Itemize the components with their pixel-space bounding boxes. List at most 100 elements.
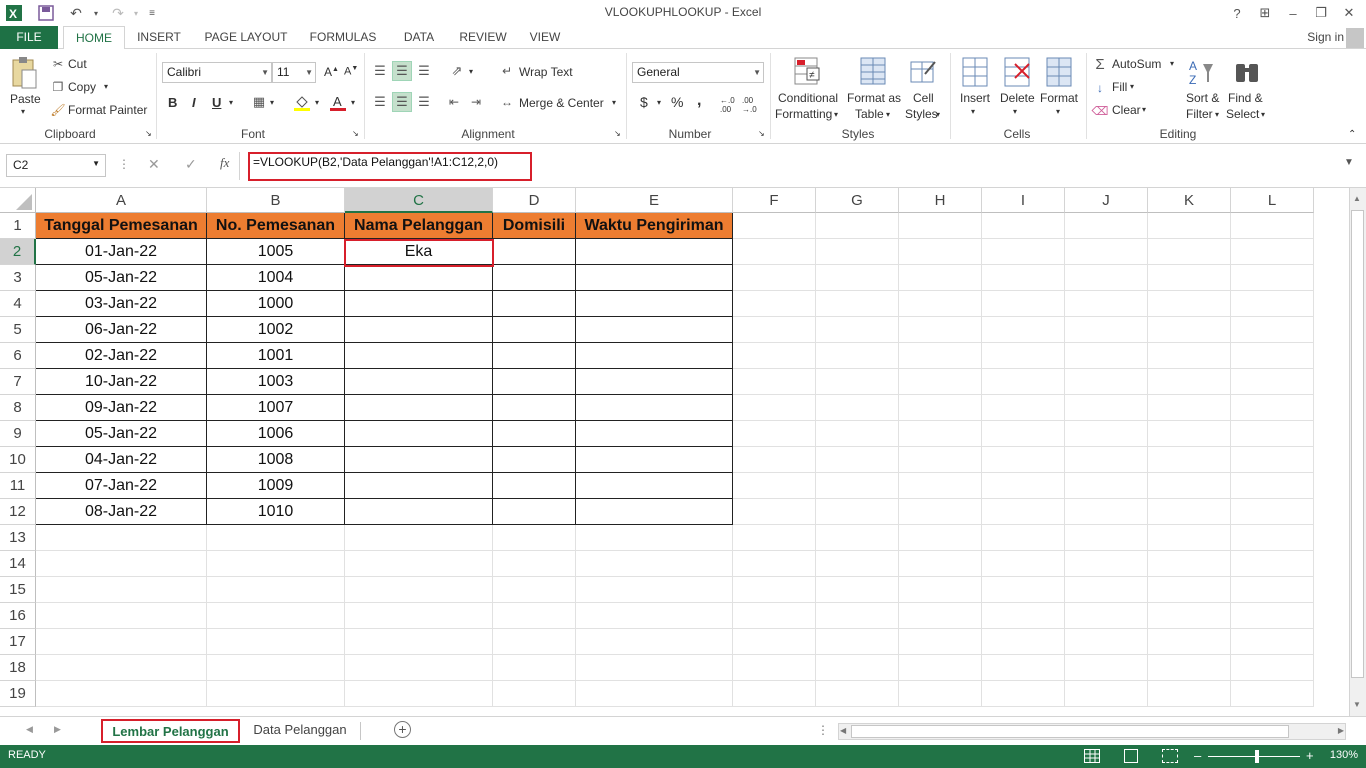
cell[interactable]: 09-Jan-22 xyxy=(36,395,207,421)
font-launcher-icon[interactable]: ↘ xyxy=(352,129,359,138)
cell-styles-button[interactable]: Cell xyxy=(913,91,934,105)
cell[interactable] xyxy=(1148,369,1231,395)
currency-button[interactable]: $ xyxy=(640,94,648,110)
cell[interactable] xyxy=(1231,525,1314,551)
cell[interactable] xyxy=(345,343,493,369)
cell[interactable] xyxy=(733,213,816,239)
minimize-icon[interactable]: – xyxy=(1280,2,1306,24)
cell[interactable] xyxy=(982,239,1065,265)
cell[interactable] xyxy=(207,655,345,681)
cell[interactable] xyxy=(207,603,345,629)
cell[interactable] xyxy=(982,473,1065,499)
sort-filter-button[interactable]: Sort & xyxy=(1186,91,1219,105)
tab-data[interactable]: DATA xyxy=(397,26,441,49)
header-cell[interactable]: Domisili xyxy=(493,213,576,239)
cell[interactable] xyxy=(1065,343,1148,369)
cell[interactable] xyxy=(733,629,816,655)
cell[interactable] xyxy=(1231,421,1314,447)
cell[interactable] xyxy=(816,395,899,421)
cell[interactable] xyxy=(982,421,1065,447)
cell[interactable] xyxy=(493,343,576,369)
cell[interactable] xyxy=(1231,447,1314,473)
cell[interactable] xyxy=(1148,317,1231,343)
cell[interactable] xyxy=(1148,655,1231,681)
prev-sheet-icon[interactable]: ◀ xyxy=(26,724,33,735)
name-box[interactable]: C2 ▼ xyxy=(6,154,106,177)
cell[interactable] xyxy=(345,551,493,577)
cell[interactable] xyxy=(816,681,899,707)
cell[interactable] xyxy=(493,395,576,421)
header-cell[interactable]: No. Pemesanan xyxy=(207,213,345,239)
cell[interactable] xyxy=(1148,525,1231,551)
page-layout-view-icon[interactable] xyxy=(1124,749,1138,763)
column-header[interactable]: D xyxy=(493,188,576,213)
cell[interactable] xyxy=(36,551,207,577)
cell[interactable] xyxy=(816,655,899,681)
cell[interactable]: 05-Jan-22 xyxy=(36,421,207,447)
tab-file[interactable]: FILE xyxy=(0,26,58,49)
cell[interactable]: 03-Jan-22 xyxy=(36,291,207,317)
percent-button[interactable]: % xyxy=(671,94,683,110)
sheet-tab-data-pelanggan[interactable]: Data Pelanggan xyxy=(244,719,356,743)
cell[interactable] xyxy=(1148,291,1231,317)
scroll-down-icon[interactable]: ▼ xyxy=(1353,700,1361,709)
row-header[interactable]: 19 xyxy=(0,681,36,707)
cell[interactable] xyxy=(899,577,982,603)
cell[interactable] xyxy=(1148,343,1231,369)
align-center-icon[interactable]: ☰ xyxy=(392,92,412,112)
column-header[interactable]: K xyxy=(1148,188,1231,213)
cell[interactable] xyxy=(1065,525,1148,551)
align-right-icon[interactable]: ☰ xyxy=(414,92,434,112)
cell[interactable] xyxy=(493,629,576,655)
cell[interactable] xyxy=(207,525,345,551)
cell[interactable] xyxy=(345,603,493,629)
cell[interactable]: 1004 xyxy=(207,265,345,291)
column-header[interactable]: E xyxy=(576,188,733,213)
cell[interactable]: 1006 xyxy=(207,421,345,447)
cell[interactable] xyxy=(899,525,982,551)
cell[interactable] xyxy=(345,447,493,473)
fill-down-icon[interactable]: ↓ xyxy=(1092,80,1108,96)
merge-center-button[interactable]: Merge & Center xyxy=(519,96,604,110)
cell[interactable] xyxy=(816,447,899,473)
row-header[interactable]: 9 xyxy=(0,421,36,447)
grow-font-icon[interactable]: A▲ xyxy=(324,65,339,79)
cell[interactable] xyxy=(982,317,1065,343)
cell[interactable] xyxy=(982,343,1065,369)
cell[interactable] xyxy=(493,447,576,473)
tab-split-icon[interactable]: ⋮ xyxy=(817,723,829,737)
cell[interactable] xyxy=(493,369,576,395)
cell[interactable] xyxy=(899,421,982,447)
cell[interactable] xyxy=(733,551,816,577)
cell[interactable] xyxy=(345,681,493,707)
cell[interactable] xyxy=(345,369,493,395)
cell[interactable] xyxy=(899,473,982,499)
avatar[interactable] xyxy=(1346,28,1364,48)
paste-dropdown-icon[interactable]: ▾ xyxy=(21,107,25,116)
eraser-icon[interactable]: ⌫ xyxy=(1092,103,1109,119)
cell[interactable] xyxy=(1231,343,1314,369)
insert-cells-icon[interactable] xyxy=(960,55,990,89)
worksheet-grid[interactable]: ABCDEFGHIJKL 1 2 3 4 5 6 7 8 9 10 11 12 13 14 15 16 17 18… xyxy=(0,188,1366,716)
cell[interactable] xyxy=(982,447,1065,473)
cut-button[interactable]: Cut xyxy=(68,57,87,71)
cell[interactable] xyxy=(733,525,816,551)
cell[interactable] xyxy=(345,265,493,291)
tab-insert[interactable]: INSERT xyxy=(134,26,184,49)
clipboard-launcher-icon[interactable]: ↘ xyxy=(145,129,152,138)
cell[interactable] xyxy=(1148,681,1231,707)
cell[interactable] xyxy=(576,577,733,603)
cell[interactable] xyxy=(816,499,899,525)
cell[interactable] xyxy=(733,343,816,369)
cell[interactable] xyxy=(899,499,982,525)
cell[interactable] xyxy=(1065,369,1148,395)
tab-formulas[interactable]: FORMULAS xyxy=(307,26,379,49)
cell[interactable] xyxy=(36,629,207,655)
cell[interactable] xyxy=(576,291,733,317)
normal-view-icon[interactable] xyxy=(1084,749,1100,763)
column-header[interactable]: H xyxy=(899,188,982,213)
cell[interactable] xyxy=(1065,603,1148,629)
cell[interactable] xyxy=(1148,421,1231,447)
cell[interactable]: 04-Jan-22 xyxy=(36,447,207,473)
cell[interactable] xyxy=(1148,239,1231,265)
